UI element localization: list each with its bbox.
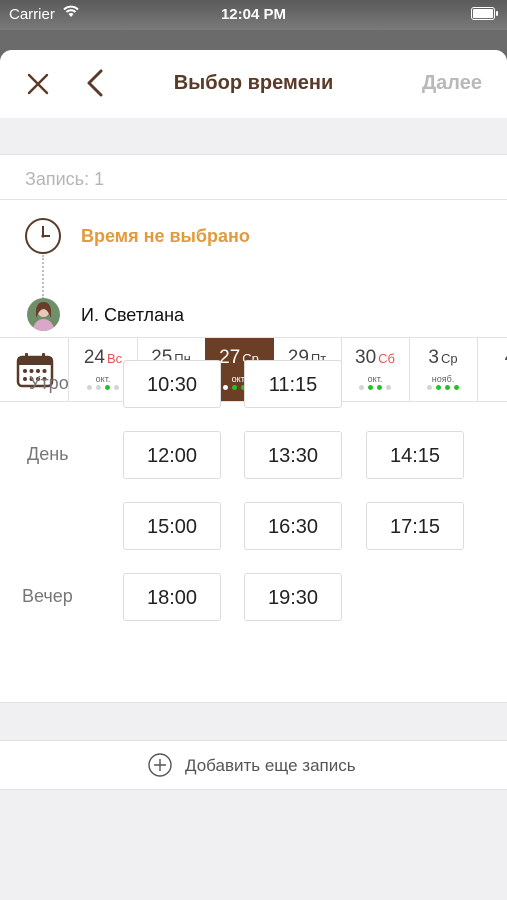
clock-icon — [24, 217, 62, 260]
booking-card: Запись: 1 Время не выбрано И. Светлана 2… — [0, 154, 507, 703]
date-weekday: Вс — [106, 351, 123, 366]
availability-dot — [232, 385, 237, 390]
time-slot[interactable]: 18:00 — [123, 573, 221, 621]
availability-dot — [359, 385, 364, 390]
battery-icon — [471, 7, 498, 20]
nav-bar: Выбор времени Далее — [0, 50, 507, 118]
availability-dot — [445, 385, 450, 390]
period-label-evening: Вечер — [22, 586, 73, 606]
time-slot[interactable]: 16:30 — [244, 502, 342, 550]
availability-dot — [223, 385, 228, 390]
availability-dot — [386, 385, 391, 390]
time-slot[interactable]: 10:30 — [123, 360, 221, 408]
master-avatar — [27, 298, 60, 331]
add-circle-icon — [148, 753, 172, 782]
availability-dot — [427, 385, 432, 390]
selected-time-status: Время не выбрано — [81, 226, 250, 246]
availability-dot — [368, 385, 373, 390]
next-button[interactable]: Далее — [422, 72, 482, 95]
availability-dot — [454, 385, 459, 390]
date-item[interactable]: 3 Ср нояб. — [409, 338, 478, 401]
availability-dot — [105, 385, 110, 390]
booking-sheet: Выбор времени Далее Запись: 1 Время не в… — [0, 50, 507, 900]
timeline-connector — [42, 255, 44, 299]
period-label-morning: Утро — [29, 373, 69, 393]
availability-dot — [377, 385, 382, 390]
availability-dot — [87, 385, 92, 390]
date-day-number: 4 — [477, 347, 507, 369]
add-record-button[interactable]: Добавить еще запись — [0, 740, 507, 790]
availability-dots — [341, 385, 409, 390]
availability-dot — [114, 385, 119, 390]
availability-dot — [96, 385, 101, 390]
time-slot[interactable]: 19:30 — [244, 573, 342, 621]
add-record-label: Добавить еще запись — [185, 756, 356, 775]
master-name: И. Светлана — [81, 305, 185, 325]
date-weekday: Ср — [440, 351, 458, 366]
date-day-number: 3 Ср — [428, 347, 458, 368]
time-slot[interactable]: 12:00 — [123, 431, 221, 479]
date-item[interactable]: 30 Сб окт. — [341, 338, 410, 401]
time-slot[interactable]: 15:00 — [123, 502, 221, 550]
availability-dots — [409, 385, 477, 390]
date-item[interactable]: 4н — [477, 338, 507, 401]
date-day-number: 30 Сб — [355, 347, 395, 368]
status-time: 12:04 PM — [220, 6, 287, 23]
status-bar: Carrier 12:04 PM — [0, 0, 507, 30]
date-month: нояб. — [431, 374, 455, 384]
time-slot[interactable]: 11:15 — [244, 360, 342, 408]
record-label: Запись: 1 — [25, 169, 105, 189]
date-month: окт. — [367, 374, 383, 384]
period-label-day: День — [27, 444, 69, 464]
time-slot[interactable]: 14:15 — [366, 431, 464, 479]
time-slot[interactable]: 13:30 — [244, 431, 342, 479]
date-month: н — [477, 374, 507, 384]
availability-dot — [436, 385, 441, 390]
divider — [0, 199, 507, 200]
date-weekday: Сб — [378, 351, 395, 366]
time-slot[interactable]: 17:15 — [366, 502, 464, 550]
